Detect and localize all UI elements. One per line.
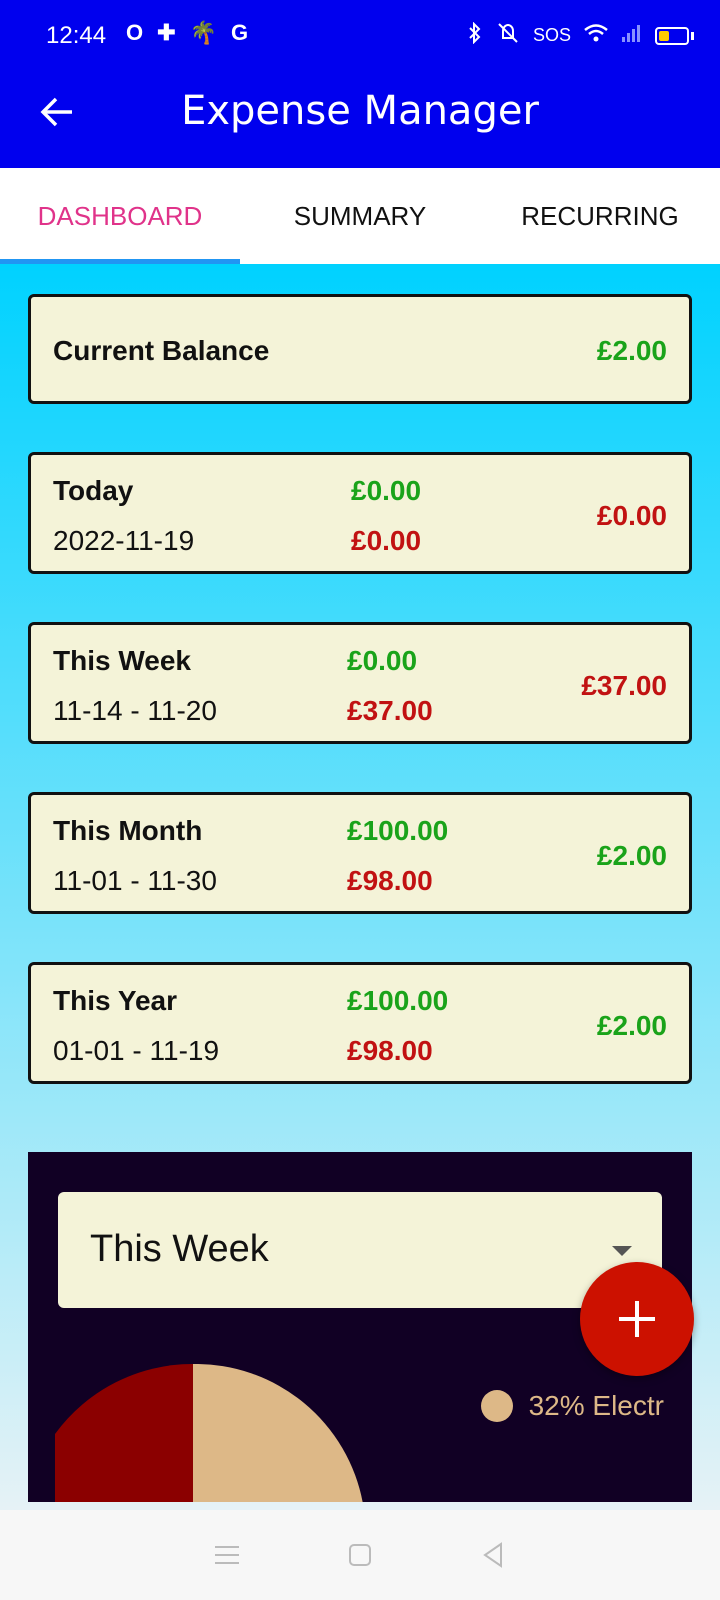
period-net: £2.00	[596, 840, 667, 871]
system-navigation-bar	[0, 1510, 720, 1600]
back-triangle-icon[interactable]	[477, 1539, 509, 1571]
period-card-today[interactable]: Today 2022-11-19 £0.00 £0.00 £0.00	[28, 452, 692, 574]
tab-summary[interactable]: SUMMARY	[240, 168, 480, 264]
tab-recurring[interactable]: RECURRING	[480, 168, 720, 264]
status-notification-icons: O ✚ 🌴 G	[126, 20, 248, 46]
period-net: £37.00	[581, 670, 667, 701]
balance-amount: £2.00	[596, 335, 667, 366]
dropdown-selected-value: This Week	[90, 1228, 269, 1270]
period-label: Today	[53, 475, 134, 506]
period-income: £100.00	[347, 985, 449, 1016]
wifi-icon	[583, 23, 609, 48]
chart-legend: 32% Electr	[480, 1390, 664, 1422]
plus-icon	[619, 1301, 655, 1337]
tab-bar: DASHBOARD SUMMARY RECURRING	[0, 168, 720, 264]
period-label: This Year	[53, 985, 178, 1016]
status-time: 12:44	[46, 22, 107, 49]
pie-slice-1	[55, 1364, 193, 1502]
sos-label: SOS	[532, 25, 571, 45]
app-bar: 12:44 O ✚ 🌴 G SOS Expense Manager	[0, 0, 720, 168]
page-title: Expense Manager	[181, 88, 539, 134]
legend-item-label: 32% Electr	[528, 1390, 664, 1421]
legend-color-dot	[480, 1390, 513, 1422]
period-income: £100.00	[347, 815, 449, 846]
period-range: 01-01 - 11-19	[53, 1035, 220, 1066]
period-card-month[interactable]: This Month 11-01 - 11-30 £100.00 £98.00 …	[28, 792, 692, 914]
notification-icon-2: ✚	[157, 20, 176, 45]
bluetooth-icon	[467, 21, 483, 49]
period-card-year[interactable]: This Year 01-01 - 11-19 £100.00 £98.00 £…	[28, 962, 692, 1084]
period-card-week[interactable]: This Week 11-14 - 11-20 £0.00 £37.00 £37…	[28, 622, 692, 744]
period-expense: £98.00	[347, 1035, 433, 1066]
period-range: 11-14 - 11-20	[53, 695, 217, 726]
status-system-icons: SOS	[467, 21, 694, 49]
notification-icon-1: O	[126, 20, 144, 45]
balance-card: Current Balance £2.00	[28, 294, 692, 404]
battery-icon	[655, 26, 694, 45]
period-dropdown[interactable]: This Week	[58, 1192, 662, 1308]
period-expense: £37.00	[347, 695, 433, 726]
period-range: 11-01 - 11-30	[53, 865, 217, 896]
period-range: 2022-11-19	[53, 525, 195, 556]
period-expense: £0.00	[351, 525, 422, 556]
pie-slice-2	[193, 1364, 363, 1502]
expense-pie-chart	[55, 1364, 363, 1502]
add-transaction-button[interactable]	[580, 1262, 694, 1376]
period-label: This Month	[53, 815, 203, 846]
period-income: £0.00	[347, 645, 418, 676]
period-net: £0.00	[596, 500, 667, 531]
notification-icon-4: G	[230, 20, 249, 45]
period-expense: £98.00	[347, 865, 433, 896]
menu-icon[interactable]	[211, 1539, 243, 1571]
home-icon[interactable]	[344, 1539, 376, 1571]
period-net: £2.00	[596, 1010, 667, 1041]
dropdown-arrow-icon	[612, 1246, 632, 1256]
period-label: This Week	[53, 645, 191, 676]
balance-label: Current Balance	[53, 335, 270, 366]
muted-bell-icon	[495, 22, 521, 49]
signal-icon	[621, 23, 643, 48]
period-income: £0.00	[351, 475, 422, 506]
tab-dashboard[interactable]: DASHBOARD	[0, 168, 240, 264]
notification-icon-3: 🌴	[189, 20, 217, 45]
